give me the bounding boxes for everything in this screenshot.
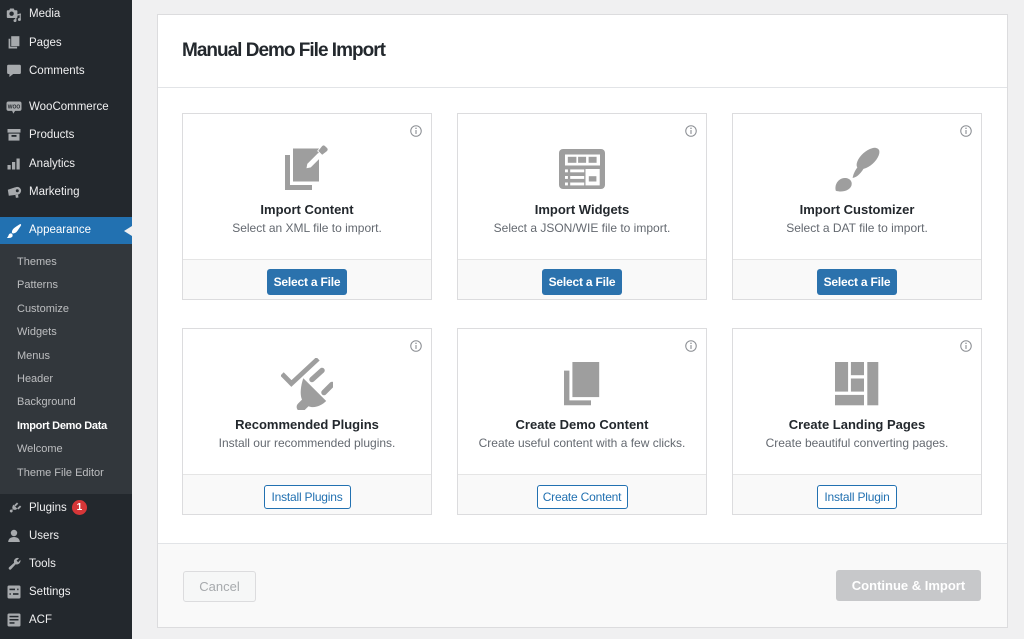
svg-text:WOO: WOO	[8, 104, 21, 110]
